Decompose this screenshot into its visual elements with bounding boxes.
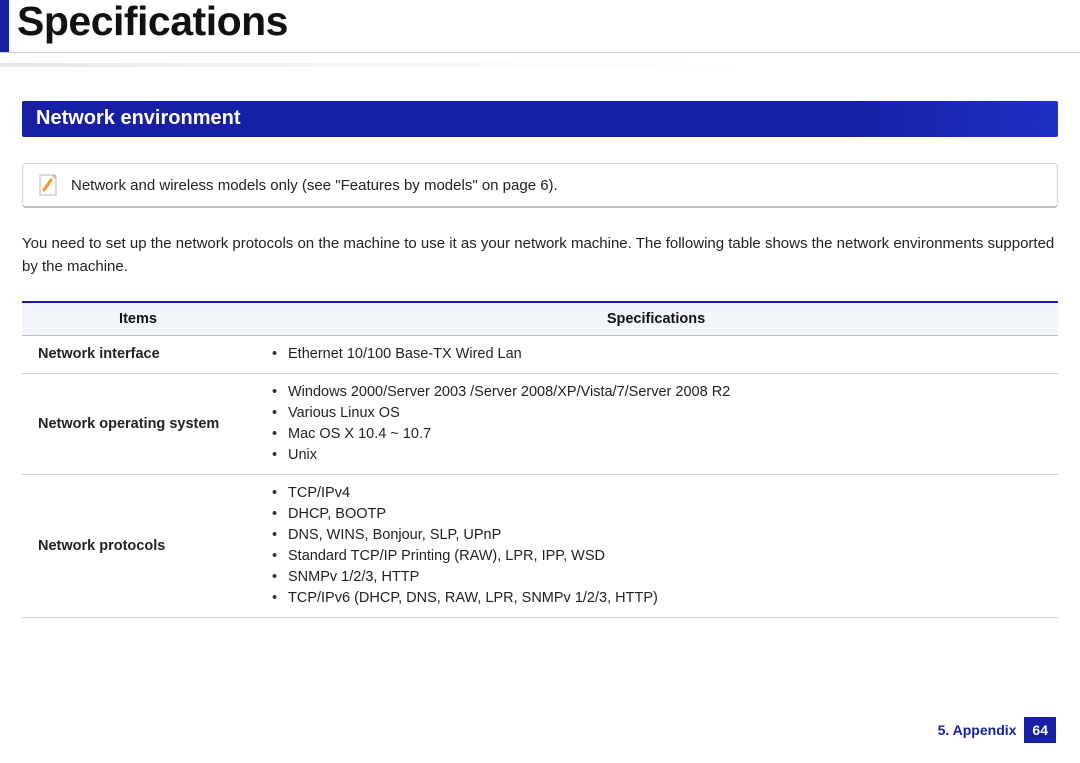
footer-chapter-label: 5. Appendix	[938, 722, 1017, 738]
spec-item: TCP/IPv6 (DHCP, DNS, RAW, LPR, SNMPv 1/2…	[270, 588, 1042, 609]
note-icon	[37, 172, 59, 198]
spec-cell: TCP/IPv4 DHCP, BOOTP DNS, WINS, Bonjour,…	[254, 474, 1058, 617]
spec-item: Ethernet 10/100 Base-TX Wired Lan	[270, 344, 1042, 365]
spec-table: Items Specifications Network interface E…	[22, 301, 1058, 618]
title-underline	[0, 63, 1080, 67]
table-row: Network protocols TCP/IPv4 DHCP, BOOTP D…	[22, 474, 1058, 617]
spec-item: SNMPv 1/2/3, HTTP	[270, 567, 1042, 588]
page-footer: 5. Appendix 64	[938, 717, 1056, 743]
title-accent-bar	[0, 0, 9, 52]
table-header-row: Items Specifications	[22, 302, 1058, 336]
note-text: Network and wireless models only (see "F…	[71, 177, 558, 194]
page-title: Specifications	[17, 0, 288, 43]
spec-item: Standard TCP/IP Printing (RAW), LPR, IPP…	[270, 546, 1042, 567]
table-header-specs: Specifications	[254, 302, 1058, 336]
spec-item: TCP/IPv4	[270, 483, 1042, 504]
spec-item: DHCP, BOOTP	[270, 504, 1042, 525]
spec-item: Windows 2000/Server 2003 /Server 2008/XP…	[270, 382, 1042, 403]
spec-item: Various Linux OS	[270, 403, 1042, 424]
spec-item: Unix	[270, 445, 1042, 466]
title-wrap: Specifications	[0, 0, 1080, 53]
page-number: 64	[1024, 717, 1056, 743]
content-area: Network environment Network and wireless…	[0, 101, 1080, 618]
item-cell: Network operating system	[22, 373, 254, 474]
intro-paragraph: You need to set up the network protocols…	[22, 232, 1058, 279]
section-heading: Network environment	[22, 101, 1058, 137]
table-row: Network operating system Windows 2000/Se…	[22, 373, 1058, 474]
spec-cell: Windows 2000/Server 2003 /Server 2008/XP…	[254, 373, 1058, 474]
item-cell: Network interface	[22, 335, 254, 373]
item-cell: Network protocols	[22, 474, 254, 617]
spec-cell: Ethernet 10/100 Base-TX Wired Lan	[254, 335, 1058, 373]
table-header-items: Items	[22, 302, 254, 336]
spec-item: DNS, WINS, Bonjour, SLP, UPnP	[270, 525, 1042, 546]
table-row: Network interface Ethernet 10/100 Base-T…	[22, 335, 1058, 373]
spec-item: Mac OS X 10.4 ~ 10.7	[270, 424, 1042, 445]
note-box: Network and wireless models only (see "F…	[22, 163, 1058, 208]
